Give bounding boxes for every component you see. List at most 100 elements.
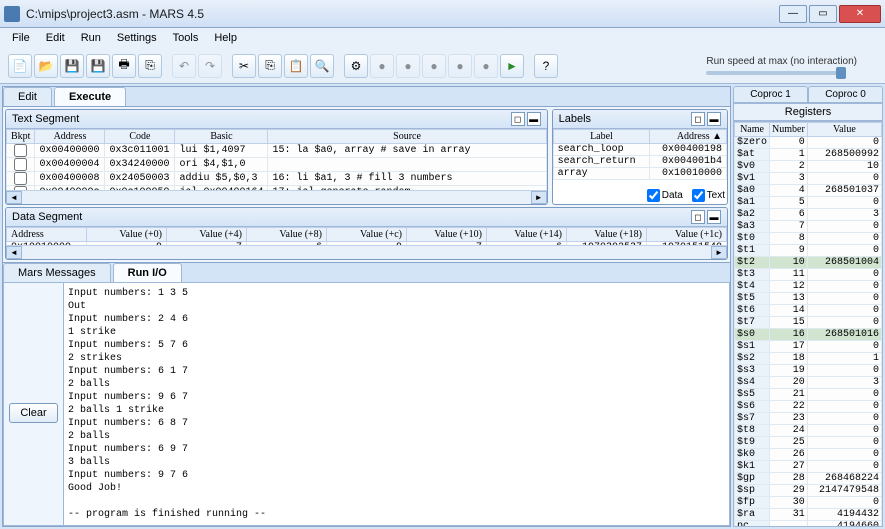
menu-tools[interactable]: Tools — [165, 30, 207, 46]
labels-row[interactable]: search_loop0x00400198 — [553, 144, 726, 156]
labels-table: Label Address ▲ search_loop0x00400198sea… — [553, 129, 727, 180]
run-speed-slider[interactable] — [706, 71, 846, 75]
text-segment-row[interactable]: 0x004000040x34240000ori $4,$1,0 — [7, 158, 547, 172]
minimize-button[interactable]: — — [779, 5, 807, 23]
labels-data-checkbox[interactable] — [647, 189, 660, 202]
register-row[interactable]: $s4203 — [735, 377, 882, 389]
tab-coproc0[interactable]: Coproc 0 — [808, 86, 883, 103]
register-row[interactable]: $t8240 — [735, 425, 882, 437]
register-row[interactable]: $s1170 — [735, 341, 882, 353]
register-row[interactable]: $s5210 — [735, 389, 882, 401]
register-row[interactable]: $a263 — [735, 209, 882, 221]
find-icon[interactable]: 🔍 — [310, 54, 334, 78]
close-button[interactable]: ✕ — [839, 5, 881, 23]
register-row[interactable]: $k1270 — [735, 461, 882, 473]
console: Clear Input numbers: 1 3 5 Out Input num… — [3, 282, 730, 526]
menu-edit[interactable]: Edit — [38, 30, 73, 46]
dump-icon[interactable]: ⎘ — [138, 54, 162, 78]
text-segment-row[interactable]: 0x004000000x3c011001lui $1,409715: la $a… — [7, 144, 547, 158]
detach-icon[interactable]: ◻ — [691, 210, 705, 224]
collapse-icon[interactable]: ▬ — [527, 112, 541, 126]
register-row[interactable]: $s3190 — [735, 365, 882, 377]
bkpt-checkbox[interactable] — [14, 144, 27, 157]
run-icon[interactable]: ● — [370, 54, 394, 78]
register-row[interactable]: pc4194660 — [735, 521, 882, 528]
register-row[interactable]: $t190 — [735, 245, 882, 257]
menu-settings[interactable]: Settings — [109, 30, 165, 46]
register-row[interactable]: $a04268501037 — [735, 185, 882, 197]
detach-icon[interactable]: ◻ — [691, 112, 705, 126]
tab-edit[interactable]: Edit — [3, 87, 52, 106]
text-segment-table: Bkpt Address Code Basic Source 0x0040000… — [6, 129, 547, 190]
text-segment-row[interactable]: 0x004000080x24050003addiu $5,$0,316: li … — [7, 172, 547, 186]
register-row[interactable]: $k0260 — [735, 449, 882, 461]
redo-icon[interactable]: ↷ — [198, 54, 222, 78]
labels-row[interactable]: search_return0x004001b4 — [553, 156, 726, 168]
register-row[interactable]: $t080 — [735, 233, 882, 245]
labels-title: Labels — [559, 113, 689, 125]
main-tabs: Edit Execute — [3, 87, 730, 107]
text-segment-scroll[interactable] — [6, 190, 547, 204]
register-row[interactable]: $s2181 — [735, 353, 882, 365]
register-row[interactable]: $ra314194432 — [735, 509, 882, 521]
labels-footer: Data Text — [553, 187, 727, 204]
registers-table: Name Number Value $zero00$at1268500992$v… — [734, 122, 882, 527]
paste-icon[interactable]: 📋 — [284, 54, 308, 78]
bkpt-checkbox[interactable] — [14, 172, 27, 185]
tab-execute[interactable]: Execute — [54, 87, 126, 106]
labels-row[interactable]: array0x10010000 — [553, 168, 726, 180]
register-row[interactable]: $s7230 — [735, 413, 882, 425]
register-row[interactable]: $s016268501016 — [735, 329, 882, 341]
bottom-tabs: Mars Messages Run I/O — [3, 262, 730, 282]
bkpt-checkbox[interactable] — [14, 158, 27, 171]
save-icon[interactable]: 💾 — [60, 54, 84, 78]
register-row[interactable]: $t4120 — [735, 281, 882, 293]
detach-icon[interactable]: ◻ — [511, 112, 525, 126]
step-icon[interactable]: ● — [396, 54, 420, 78]
maximize-button[interactable]: ▭ — [809, 5, 837, 23]
print-icon[interactable]: 🖶 — [112, 54, 136, 78]
register-row[interactable]: $zero00 — [735, 137, 882, 149]
register-row[interactable]: $at1268500992 — [735, 149, 882, 161]
collapse-icon[interactable]: ▬ — [707, 112, 721, 126]
register-row[interactable]: $t9250 — [735, 437, 882, 449]
saveas-icon[interactable]: 💾 — [86, 54, 110, 78]
stop-icon[interactable]: ● — [474, 54, 498, 78]
reset-icon[interactable]: ► — [500, 54, 524, 78]
register-row[interactable]: $a370 — [735, 221, 882, 233]
tab-run-io[interactable]: Run I/O — [113, 263, 182, 282]
register-row[interactable]: $fp300 — [735, 497, 882, 509]
labels-text-checkbox[interactable] — [692, 189, 705, 202]
menu-run[interactable]: Run — [73, 30, 109, 46]
collapse-icon[interactable]: ▬ — [707, 210, 721, 224]
clear-button[interactable]: Clear — [9, 403, 57, 423]
register-row[interactable]: $t3110 — [735, 269, 882, 281]
tab-mars-messages[interactable]: Mars Messages — [3, 263, 111, 282]
tab-coproc1[interactable]: Coproc 1 — [733, 86, 808, 103]
register-row[interactable]: $s6220 — [735, 401, 882, 413]
console-output[interactable]: Input numbers: 1 3 5 Out Input numbers: … — [63, 282, 730, 526]
cut-icon[interactable]: ✂ — [232, 54, 256, 78]
register-row[interactable]: $a150 — [735, 197, 882, 209]
back-icon[interactable]: ● — [422, 54, 446, 78]
register-row[interactable]: $v130 — [735, 173, 882, 185]
register-row[interactable]: $t210268501004 — [735, 257, 882, 269]
register-row[interactable]: $t6140 — [735, 305, 882, 317]
copy-icon[interactable]: ⎘ — [258, 54, 282, 78]
menu-help[interactable]: Help — [206, 30, 245, 46]
pause-icon[interactable]: ● — [448, 54, 472, 78]
assemble-icon[interactable]: ⚙ — [344, 54, 368, 78]
register-row[interactable]: $v0210 — [735, 161, 882, 173]
register-row[interactable]: $t7150 — [735, 317, 882, 329]
help-icon[interactable]: ? — [534, 54, 558, 78]
undo-icon[interactable]: ↶ — [172, 54, 196, 78]
register-row[interactable]: $t5130 — [735, 293, 882, 305]
register-row[interactable]: $gp28268468224 — [735, 473, 882, 485]
open-icon[interactable]: 📂 — [34, 54, 58, 78]
new-icon[interactable]: 📄 — [8, 54, 32, 78]
run-speed-label: Run speed at max (no interaction) — [706, 56, 857, 67]
register-row[interactable]: $sp292147479548 — [735, 485, 882, 497]
menu-file[interactable]: File — [4, 30, 38, 46]
data-segment-scroll[interactable] — [6, 245, 727, 259]
window-title: C:\mips\project3.asm - MARS 4.5 — [26, 7, 779, 21]
